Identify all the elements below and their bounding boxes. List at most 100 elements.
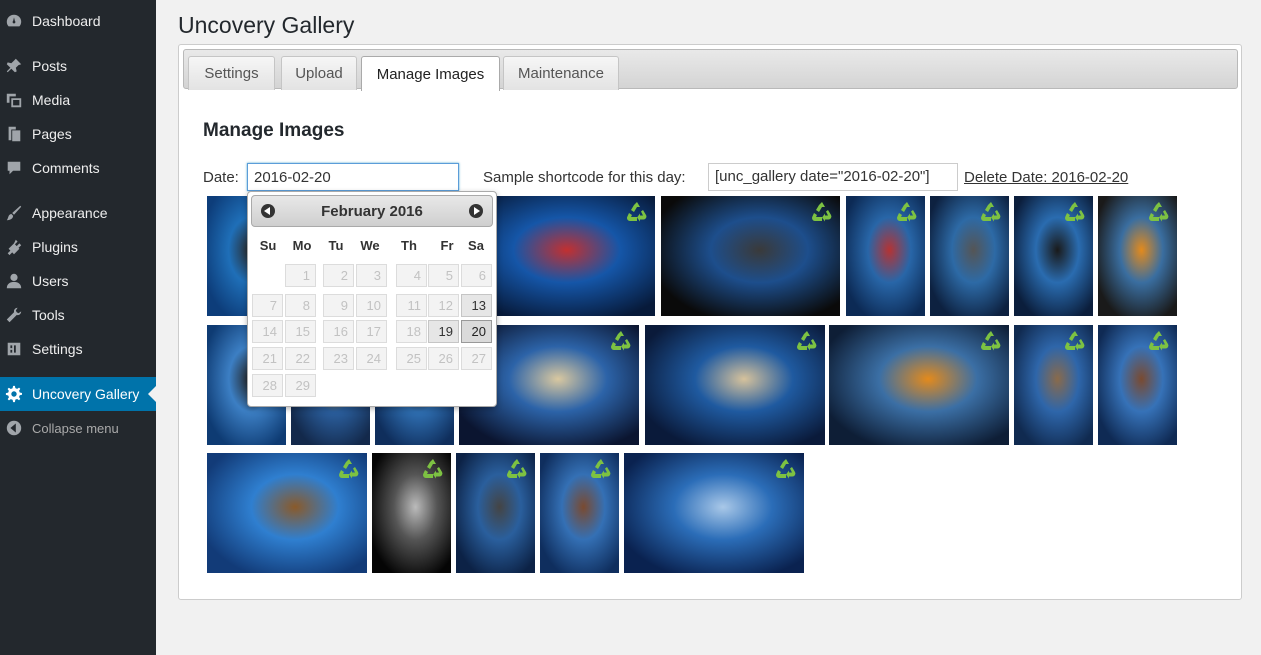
gallery-thumbnail[interactable] xyxy=(1098,196,1177,316)
datepicker-day: 1 xyxy=(285,264,316,287)
gear-icon xyxy=(4,384,24,404)
recycle-icon[interactable] xyxy=(895,200,919,224)
weekday-header: Su xyxy=(259,238,277,253)
brush-icon xyxy=(4,203,24,223)
collapse-icon xyxy=(4,418,24,438)
recycle-icon[interactable] xyxy=(337,457,361,481)
sidebar-item-label: Media xyxy=(32,92,71,108)
datepicker-day[interactable]: 19 xyxy=(428,320,459,343)
datepicker-day: 22 xyxy=(285,347,316,370)
sidebar-item-media[interactable]: Media xyxy=(0,83,156,117)
recycle-icon[interactable] xyxy=(625,200,649,224)
recycle-icon[interactable] xyxy=(1147,329,1171,353)
delete-date-link[interactable]: Delete Date: 2016-02-20 xyxy=(964,169,1128,186)
datepicker-day: 23 xyxy=(323,347,354,370)
sidebar-item-label: Posts xyxy=(32,58,68,74)
plugin-icon xyxy=(4,237,24,257)
datepicker-day: 26 xyxy=(428,347,459,370)
sidebar-item-pages[interactable]: Pages xyxy=(0,117,156,151)
recycle-icon[interactable] xyxy=(1147,200,1171,224)
tab-manage-images[interactable]: Manage Images xyxy=(361,56,500,91)
sidebar-item-dashboard[interactable]: Dashboard xyxy=(0,4,156,38)
collapse-menu-label: Collapse menu xyxy=(32,420,119,436)
datepicker-day: 21 xyxy=(252,347,283,370)
sidebar-item-label: Comments xyxy=(32,160,100,176)
sidebar-item-tools[interactable]: Tools xyxy=(0,298,156,332)
datepicker-day: 14 xyxy=(252,320,283,343)
recycle-icon[interactable] xyxy=(810,200,834,224)
media-icon xyxy=(4,90,24,110)
recycle-icon[interactable] xyxy=(774,457,798,481)
sidebar-item-plugins[interactable]: Plugins xyxy=(0,230,156,264)
datepicker-day: 17 xyxy=(356,320,387,343)
date-input[interactable] xyxy=(247,163,459,191)
recycle-icon[interactable] xyxy=(979,329,1003,353)
sidebar-item-comments[interactable]: Comments xyxy=(0,151,156,185)
sidebar-item-label: Plugins xyxy=(32,239,78,255)
datepicker-day[interactable]: 13 xyxy=(461,294,492,317)
tab-maintenance[interactable]: Maintenance xyxy=(503,56,619,90)
recycle-icon[interactable] xyxy=(979,200,1003,224)
recycle-icon[interactable] xyxy=(589,457,613,481)
recycle-icon[interactable] xyxy=(609,329,633,353)
gallery-thumbnail[interactable] xyxy=(540,453,619,573)
user-icon xyxy=(4,271,24,291)
datepicker-day: 5 xyxy=(428,264,459,287)
datepicker-day: 8 xyxy=(285,294,316,317)
gallery-thumbnail[interactable] xyxy=(829,325,1009,445)
sidebar-item-label: Appearance xyxy=(32,205,108,221)
sidebar-item-label: Tools xyxy=(32,307,65,323)
datepicker-day: 10 xyxy=(356,294,387,317)
datepicker-day[interactable]: 20 xyxy=(461,320,492,343)
gallery-thumbnail[interactable] xyxy=(930,196,1009,316)
datepicker-day: 12 xyxy=(428,294,459,317)
gallery-thumbnail[interactable] xyxy=(456,453,535,573)
sidebar-item-settings[interactable]: Settings xyxy=(0,332,156,366)
gallery-thumbnail[interactable] xyxy=(645,325,825,445)
date-label: Date: xyxy=(203,169,239,186)
sidebar-item-users[interactable]: Users xyxy=(0,264,156,298)
recycle-icon[interactable] xyxy=(1063,329,1087,353)
recycle-icon[interactable] xyxy=(795,329,819,353)
gallery-thumbnail[interactable] xyxy=(1098,325,1177,445)
collapse-menu-button[interactable]: Collapse menu xyxy=(0,411,156,445)
weekday-header: Sa xyxy=(468,238,484,253)
gallery-thumbnail[interactable] xyxy=(624,453,804,573)
comment-icon xyxy=(4,158,24,178)
shortcode-label: Sample shortcode for this day: xyxy=(483,169,686,186)
datepicker-header: February 2016 xyxy=(251,195,493,227)
datepicker-day: 15 xyxy=(285,320,316,343)
datepicker-day: 25 xyxy=(396,347,427,370)
tab-upload[interactable]: Upload xyxy=(281,56,357,90)
weekday-header: We xyxy=(360,238,380,253)
datepicker-day: 7 xyxy=(252,294,283,317)
weekday-header: Tu xyxy=(328,238,344,253)
gallery-thumbnail[interactable] xyxy=(1014,196,1093,316)
gallery-thumbnail[interactable] xyxy=(1014,325,1093,445)
recycle-icon[interactable] xyxy=(1063,200,1087,224)
recycle-icon[interactable] xyxy=(421,457,445,481)
sidebar-item-label: Pages xyxy=(32,126,72,142)
sidebar-item-posts[interactable]: Posts xyxy=(0,49,156,83)
next-month-icon[interactable] xyxy=(469,204,483,218)
gallery-thumbnail[interactable] xyxy=(372,453,451,573)
pages-icon xyxy=(4,124,24,144)
tab-settings[interactable]: Settings xyxy=(188,56,275,90)
wrench-icon xyxy=(4,305,24,325)
datepicker-day: 29 xyxy=(285,374,316,397)
gallery-thumbnail[interactable] xyxy=(661,196,840,316)
sidebar-item-label: Users xyxy=(32,273,69,289)
gallery-thumbnail[interactable] xyxy=(846,196,925,316)
datepicker-day: 6 xyxy=(461,264,492,287)
gallery-thumbnail[interactable] xyxy=(207,453,367,573)
datepicker-day: 3 xyxy=(356,264,387,287)
pin-icon xyxy=(4,56,24,76)
sidebar-item-appearance[interactable]: Appearance xyxy=(0,196,156,230)
recycle-icon[interactable] xyxy=(505,457,529,481)
sidebar-item-label: Uncovery Gallery xyxy=(32,386,140,402)
shortcode-field[interactable]: [unc_gallery date="2016-02-20"] xyxy=(708,163,958,191)
datepicker-day: 11 xyxy=(396,294,427,317)
datepicker-day: 28 xyxy=(252,374,283,397)
sidebar-item-uncovery-gallery[interactable]: Uncovery Gallery xyxy=(0,377,156,411)
weekday-header: Mo xyxy=(292,238,312,253)
